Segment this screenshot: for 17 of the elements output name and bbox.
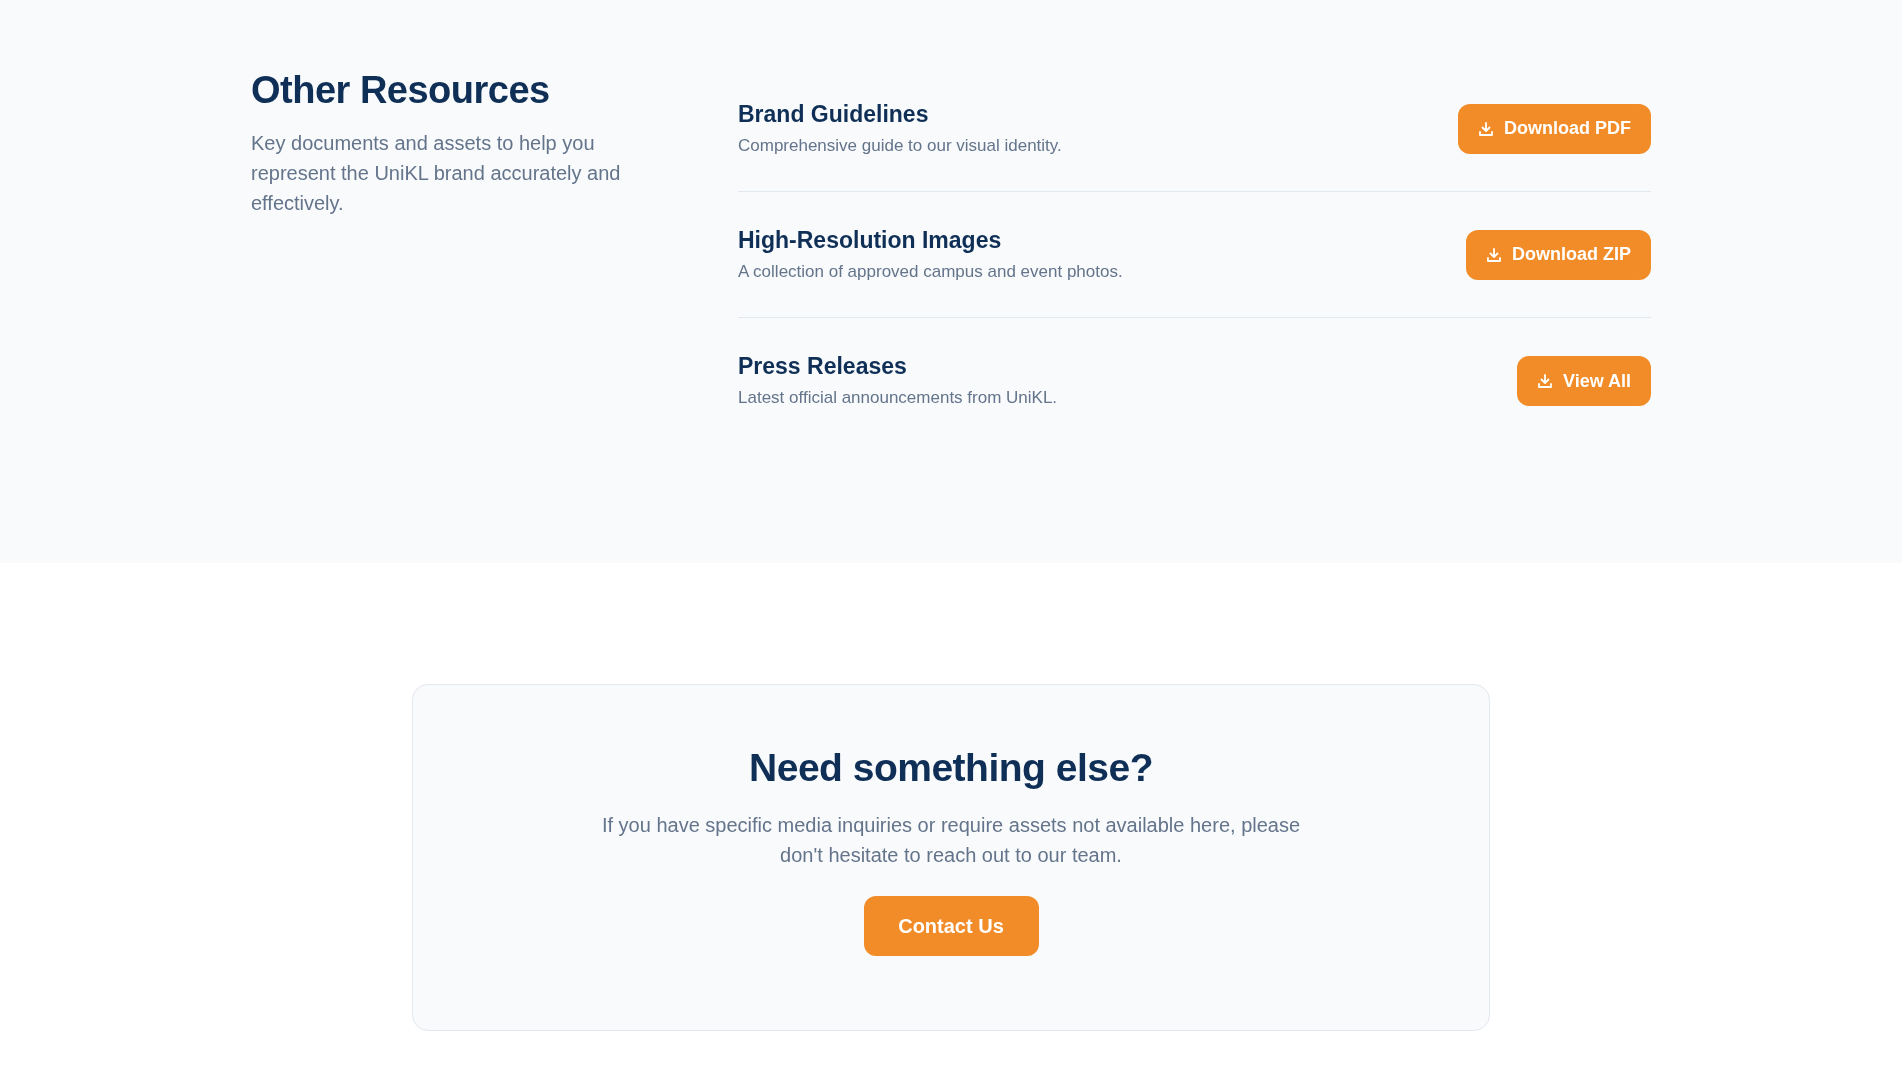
contact-title: Need something else? bbox=[749, 745, 1153, 791]
download-button[interactable]: Download ZIP bbox=[1466, 229, 1651, 280]
resource-title: Press Releases bbox=[738, 352, 908, 381]
resource-description: A collection of approved campus and event photos. bbox=[738, 260, 1123, 283]
section-title: Other Resources bbox=[251, 68, 551, 113]
download-icon bbox=[1478, 120, 1494, 137]
contact-button[interactable]: Contact Us bbox=[863, 895, 1039, 956]
contact-text: If you have specific media inquiries or require assets not available here, please don't hesitate to reach out to our team. bbox=[600, 812, 1302, 868]
resource-title: High-Resolution Images bbox=[738, 225, 1003, 255]
download-button[interactable]: Download PDF bbox=[1458, 103, 1651, 154]
resource-description: Comprehensive guide to our visual identity. bbox=[738, 134, 1062, 157]
download-icon bbox=[1536, 373, 1553, 389]
resource-title: Brand Guidelines bbox=[738, 99, 930, 129]
download-icon bbox=[1486, 246, 1502, 263]
resource-description: Latest official announcements from UniKL. bbox=[738, 387, 1058, 409]
section-description: Key documents and assets to help you represent the UniKL brand accurately and effectively. bbox=[251, 130, 622, 216]
download-button[interactable]: View All bbox=[1516, 356, 1651, 406]
